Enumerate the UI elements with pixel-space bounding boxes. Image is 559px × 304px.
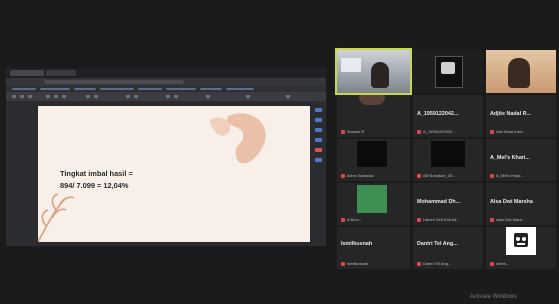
slide-thumbnail-panel [6,101,36,246]
bookmark-item[interactable] [138,88,162,90]
mic-muted-icon [490,217,494,222]
mic-muted-icon [490,129,494,134]
shared-screen: Tingkat imbal hasil = 894/ 7.099 = 12,04… [6,68,326,246]
participant-video [431,141,465,167]
participant-subname: Alta Ekaa Kant... [496,129,526,134]
toolbar-icon[interactable] [134,95,138,98]
participant-name: Mohammad Dh... [417,199,461,205]
toolbar-icon[interactable] [62,95,66,98]
participant-tile[interactable]: A_1959122042... A_19591220420... [413,95,483,137]
participant-tile[interactable]: Mohammad Dh... Harsm Seif Kail Ad... [413,183,483,225]
person-silhouette [371,62,389,88]
participant-subname: Harsm Seif Kail Ad... [423,217,460,222]
bookmark-item[interactable] [40,88,70,90]
bookmark-item[interactable] [200,88,222,90]
toolbar-icon[interactable] [86,95,90,98]
toolbar-icon[interactable] [94,95,98,98]
participant-name: A_Mel's Khari... [490,155,530,161]
participant-tile[interactable]: Alexs Saraswa [337,139,410,181]
toolbar-icon[interactable] [12,95,16,98]
participant-name: Dantri Tel Ang... [417,241,458,247]
activate-windows-watermark: Activate Windows [469,294,517,300]
toolbar-icon[interactable] [174,95,178,98]
participant-subname: Alexs Saraswa [347,173,374,178]
browser-tab[interactable] [46,70,76,76]
tool-icon[interactable] [315,118,322,122]
tool-icon[interactable] [315,138,322,142]
avatar-icon [514,233,528,247]
person-silhouette [508,58,530,88]
bookmark-item[interactable] [12,88,36,90]
participant-subname: Ismilkusnah [347,261,369,266]
bookmark-item[interactable] [74,88,96,90]
participant-subname: Alif Sutrakan_20... [423,173,456,178]
toolbar-icon[interactable] [28,95,32,98]
mic-muted-icon [490,261,494,266]
url-field[interactable] [44,80,184,84]
mic-muted-icon [417,129,421,134]
browser-tab[interactable] [10,70,44,76]
side-tools-panel [312,101,326,246]
bookmark-item[interactable] [226,88,254,90]
participant-tile[interactable]: Alsa Dwi Marsha Alsa Dwi Mara... [486,183,556,225]
participant-subname: A_Mel's Khair... [496,173,524,178]
bookmark-item[interactable] [166,88,196,90]
mic-muted-icon [341,217,345,222]
bookmark-item[interactable] [100,88,134,90]
presentation-slide: Tingkat imbal hasil = 894/ 7.099 = 12,04… [38,106,310,242]
participant-tile[interactable]: Alexs... [486,227,556,269]
participant-name: Ismilkusnah [341,241,373,247]
participant-tile[interactable] [335,48,412,95]
participant-subname: Dantri Tel Ang... [423,261,452,266]
slide-line-1: Tingkat imbal hasil = [60,169,133,178]
participant-tile[interactable]: Susanti R [337,95,410,137]
participant-name: A_1959122042... [417,111,459,117]
toolbar-icon[interactable] [126,95,130,98]
tool-icon[interactable] [315,128,322,132]
participant-tile[interactable] [486,50,556,93]
participant-video [359,95,385,105]
toolbar-icon[interactable] [54,95,58,98]
participant-tile[interactable]: Dantri Tel Ang... Dantri Tel Ang... [413,227,483,269]
participant-tile[interactable]: A Bom... [337,183,410,225]
mic-muted-icon [417,173,421,178]
tool-icon[interactable] [315,148,322,152]
participant-tile[interactable]: Alif Sutrakan_20... [413,139,483,181]
participant-name: Adjite Nadal R... [490,111,532,117]
toolbar-icon[interactable] [46,95,50,98]
participant-tile[interactable]: Ismilkusnah Ismilkusnah [337,227,410,269]
participant-subname: A Bom... [347,217,363,222]
participant-tile[interactable]: A_Mel's Khari... A_Mel's Khair... [486,139,556,181]
participant-video [357,185,387,213]
mic-muted-icon [341,129,345,134]
tool-icon[interactable] [315,158,322,162]
tool-icon[interactable] [315,108,322,112]
toolbar-icon[interactable] [206,95,210,98]
participant-subname: Alsa Dwi Mara... [496,217,526,222]
participant-name: Alsa Dwi Marsha [490,199,533,205]
participant-subname: Susanti R [347,129,365,134]
participant-tile[interactable] [413,50,483,93]
mic-muted-icon [490,173,494,178]
toolbar-icon[interactable] [20,95,24,98]
mic-muted-icon [341,173,345,178]
mic-muted-icon [341,261,345,266]
participant-subname: Alexs... [496,261,510,266]
mic-muted-icon [417,217,421,222]
browser-tab-strip [6,68,326,78]
toolbar-icon[interactable] [166,95,170,98]
participant-avatar [506,227,536,255]
toolbar-icon[interactable] [246,95,250,98]
toolbar-icon[interactable] [286,95,290,98]
participant-subname: A_19591220420... [423,129,456,134]
participant-tile[interactable]: Adjite Nadal R... Alta Ekaa Kant... [486,95,556,137]
participant-video [357,141,387,167]
slide-line-2: 894/ 7.099 = 12,04% [60,181,129,190]
camera-icon [441,62,455,74]
mic-muted-icon [417,261,421,266]
background-object [341,58,361,72]
